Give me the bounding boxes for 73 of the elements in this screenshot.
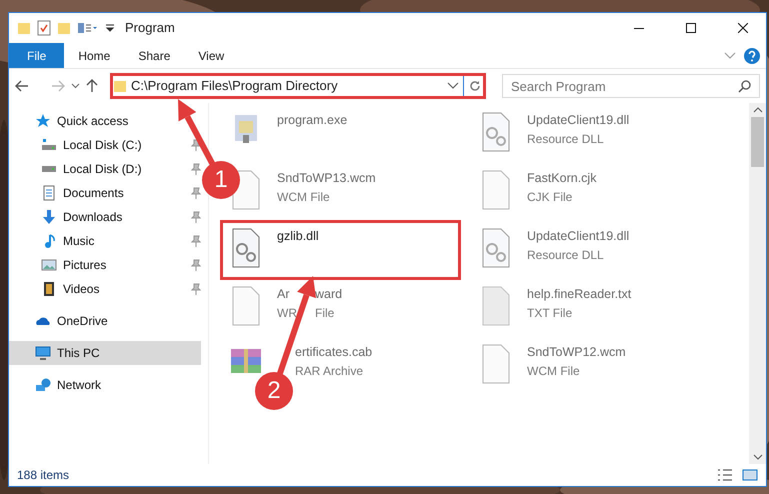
music-note-icon (43, 233, 55, 249)
file-name: help.fineReader.txt (527, 286, 632, 303)
sidebar-item[interactable]: Local Disk (D:) (9, 157, 201, 181)
close-icon (738, 23, 748, 33)
item-count: 188 items (17, 467, 70, 484)
drive-icon (41, 166, 57, 172)
file-name: FastKorn.cjk (527, 170, 596, 187)
chevron-down-icon[interactable] (446, 82, 460, 90)
ribbon-tab[interactable]: View (184, 43, 238, 68)
sidebar-item[interactable]: Music (9, 229, 201, 253)
sidebar-item[interactable]: Local Disk (C:) (9, 133, 201, 157)
window-title: Program (125, 19, 175, 38)
file-type: WCM File (277, 188, 331, 206)
monitor-icon (35, 346, 51, 360)
file-name: gzlib.dll (277, 228, 319, 245)
address-bar[interactable]: C:\Program Files\Program Directory (110, 73, 486, 99)
file-type: Resource DLL (527, 246, 605, 264)
file-name: SndToWP13.wcm (277, 170, 376, 187)
sidebar-item[interactable]: Documents (9, 181, 201, 205)
file-type: File (315, 304, 336, 322)
details-view-icon[interactable] (716, 468, 734, 482)
maximize-icon (686, 23, 696, 33)
chevron-down-icon[interactable] (71, 83, 80, 89)
pin-icon[interactable] (191, 283, 201, 295)
ribbon-tab[interactable]: File (9, 43, 64, 68)
sidebar-item[interactable]: Pictures (9, 253, 201, 277)
help-icon[interactable] (744, 48, 760, 64)
file-name: UpdateClient19.dll (527, 228, 630, 245)
document-icon (43, 185, 55, 201)
sidebar-item[interactable]: Quick access (9, 109, 201, 133)
file-type: WR (277, 304, 297, 322)
folder-icon (113, 79, 127, 93)
file-name: SndToWP12.wcm (527, 344, 626, 361)
drive-icon (41, 139, 57, 151)
file-type: TXT File (527, 304, 574, 322)
sidebar-item[interactable]: This PC (9, 341, 201, 365)
file-type: RAR Archive (295, 362, 364, 380)
sidebar-item[interactable]: Network (9, 373, 201, 397)
file-name: ertificates.cab (295, 344, 372, 361)
pin-icon[interactable] (191, 139, 201, 151)
pin-icon[interactable] (191, 211, 201, 223)
ribbon-tab[interactable]: Home (64, 43, 124, 68)
thumbnail-view-icon[interactable] (742, 468, 758, 482)
properties-icon[interactable] (77, 21, 99, 35)
file-type: WCM File (527, 362, 581, 380)
sidebar-item[interactable]: Videos (9, 277, 201, 301)
cloud-icon (35, 316, 51, 326)
up-arrow-icon[interactable] (86, 79, 98, 93)
ribbon-tab[interactable]: Share (124, 43, 184, 68)
scroll-up-icon[interactable] (752, 107, 762, 113)
film-icon (43, 281, 55, 297)
network-icon (35, 378, 51, 392)
download-icon (42, 209, 56, 225)
dropdown-icon[interactable] (105, 23, 115, 33)
search-field[interactable]: Search Program (502, 74, 760, 98)
back-arrow-icon[interactable] (15, 80, 29, 92)
file-name: Ar (277, 286, 290, 303)
pin-icon[interactable] (191, 259, 201, 271)
star-icon (35, 113, 51, 129)
scrollbar-thumb[interactable] (751, 117, 764, 167)
file-type: Resource DLL (527, 130, 605, 148)
pin-icon[interactable] (191, 187, 201, 199)
pin-icon[interactable] (191, 235, 201, 247)
picture-icon (41, 259, 57, 271)
checklist-icon[interactable] (37, 20, 51, 36)
file-type: CJK File (527, 188, 574, 206)
sidebar-item[interactable]: Downloads (9, 205, 201, 229)
search-icon[interactable] (738, 79, 752, 93)
scroll-down-icon[interactable] (752, 454, 762, 460)
pin-icon[interactable] (191, 163, 201, 175)
sidebar-item[interactable]: OneDrive (9, 309, 201, 333)
file-name: program.exe (277, 112, 348, 129)
file-name: UpdateClient19.dll (527, 112, 630, 129)
